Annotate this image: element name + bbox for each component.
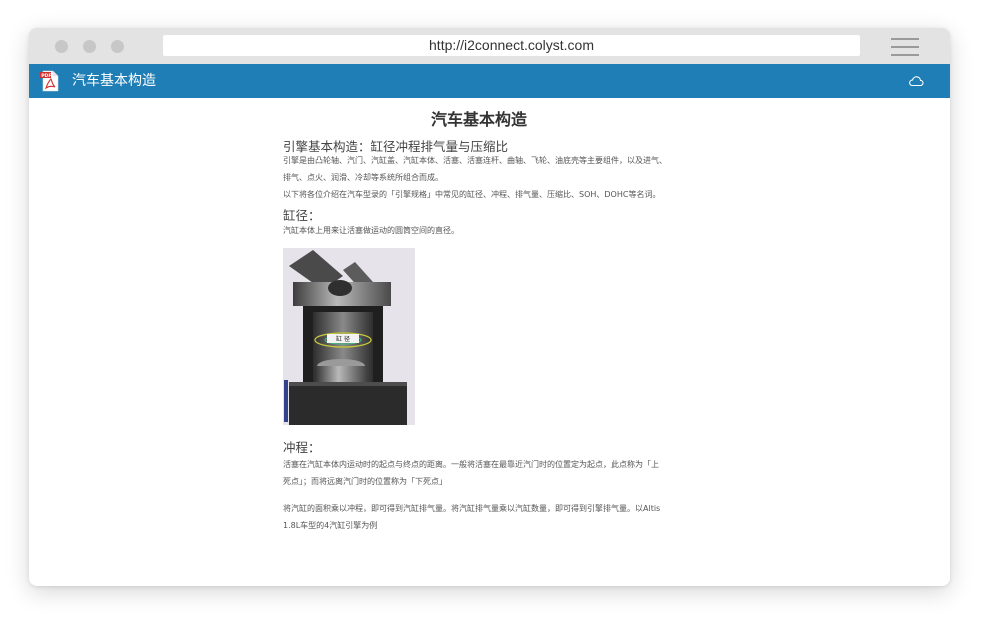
window-maximize-dot[interactable] (111, 40, 124, 53)
browser-window: http://i2connect.colyst.com PDF 汽车基本构造 汽… (29, 28, 950, 586)
stroke-paragraph-2-line-2: 1.8L车型的4汽缸引擎为例 (283, 521, 378, 530)
browser-chrome: http://i2connect.colyst.com (29, 28, 950, 64)
stroke-paragraph-2-line-1: 将汽缸的面积乘以冲程，即可得到汽缸排气量。将汽缸排气量乘以汽缸数量，即可得到引擎… (283, 504, 661, 513)
figure-label: 缸 径 (336, 335, 350, 343)
stroke-heading: 冲程： (283, 440, 321, 455)
window-minimize-dot[interactable] (83, 40, 96, 53)
stroke-line-2: 死点」；而将远离汽门时的位置称为「下死点」 (283, 477, 447, 486)
engine-cylinder-image: 缸 径 (283, 248, 415, 425)
app-header: PDF 汽车基本构造 (29, 64, 950, 98)
bore-text: 汽缸本体上用来让活塞做运动的圆筒空间的直径。 (283, 226, 459, 235)
document-title: 汽车基本构造 (430, 110, 527, 129)
stroke-line-1: 活塞在汽缸本体内运动时的起点与终点的距离。一般将活塞在最靠近汽门时的位置定为起点… (283, 460, 659, 469)
intro-paragraph-2: 以下将各位介绍在汽车型录的「引擎规格」中常见的缸径、冲程、排气量、压缩比、SOH… (283, 190, 661, 199)
address-bar[interactable]: http://i2connect.colyst.com (163, 35, 860, 56)
pdf-icon: PDF (40, 70, 59, 92)
intro-line-1: 引擎是由凸轮轴、汽门、汽缸盖、汽缸本体、活塞、活塞连杆、曲轴、飞轮、油底壳等主要… (283, 156, 667, 165)
cloud-icon[interactable] (908, 74, 924, 88)
window-close-dot[interactable] (55, 40, 68, 53)
app-title: 汽车基本构造 (72, 73, 156, 89)
hamburger-menu-icon[interactable] (891, 38, 919, 56)
svg-text:PDF: PDF (41, 73, 51, 79)
intro-line-2: 排气、点火、润滑、冷却等系统所组合而成。 (283, 173, 443, 182)
